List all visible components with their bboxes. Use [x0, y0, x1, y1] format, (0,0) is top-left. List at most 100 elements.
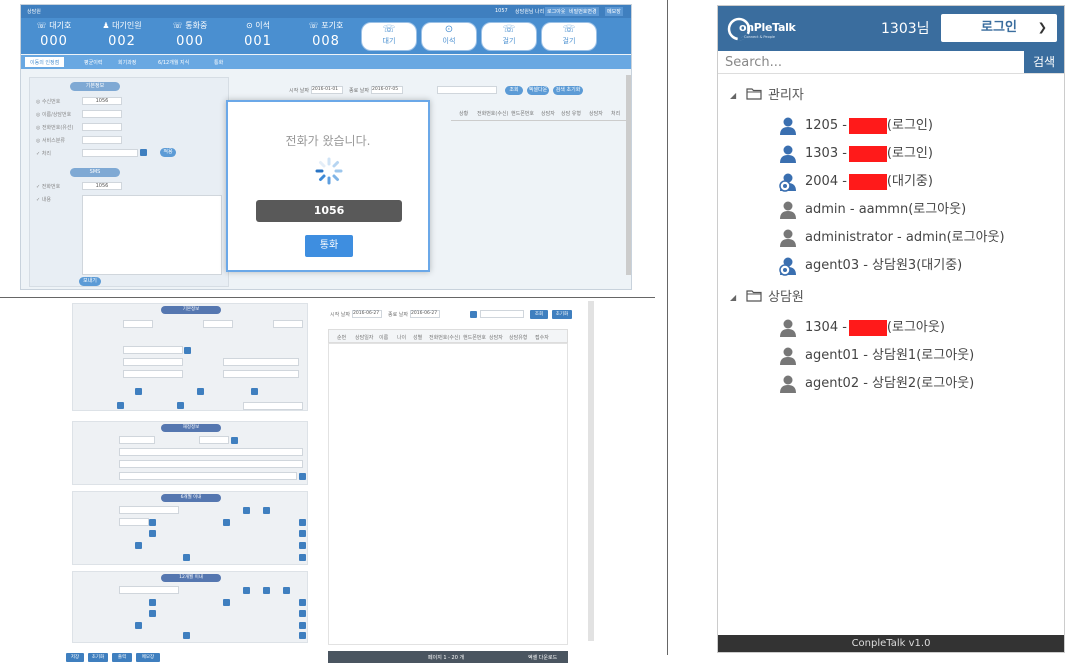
form-field[interactable] [199, 436, 229, 444]
form-field[interactable] [123, 358, 183, 366]
sms-phone-field[interactable]: 1056 [82, 182, 122, 190]
search-button[interactable]: 조회 [530, 310, 548, 319]
dropdown-icon[interactable] [299, 542, 306, 549]
dropdown-icon[interactable] [117, 402, 124, 409]
process-select[interactable] [82, 149, 138, 157]
login-status-dropdown[interactable]: 로그인 ❯ [941, 14, 1057, 42]
tab-months[interactable]: 6/12개월 지식 [153, 57, 194, 67]
sms-send-button[interactable]: 보내기 [79, 277, 101, 286]
form-field[interactable] [119, 436, 155, 444]
dropdown-icon[interactable] [149, 599, 156, 606]
dropdown-icon[interactable] [299, 622, 306, 629]
dropdown-icon[interactable] [283, 587, 290, 594]
form-field[interactable] [243, 402, 303, 410]
dropdown-icon[interactable] [135, 388, 142, 395]
dropdown-icon[interactable] [184, 347, 191, 354]
tree-user-node[interactable]: admin - aammn(로그아웃) [778, 198, 966, 220]
form-field[interactable] [273, 320, 303, 328]
dropdown-icon[interactable] [263, 507, 270, 514]
form-field[interactable] [119, 506, 179, 514]
form-field[interactable] [119, 472, 297, 480]
form-field[interactable] [119, 518, 149, 526]
dropdown-icon[interactable] [299, 519, 306, 526]
tree-group[interactable]: ◢ 관리자 [730, 84, 804, 104]
dropdown-icon[interactable] [299, 530, 306, 537]
tree-user-node[interactable]: administrator - admin(로그아웃) [778, 226, 1005, 248]
answer-call-button[interactable]: 통화 [305, 235, 353, 257]
form-field[interactable] [119, 448, 303, 456]
tree-user-node[interactable]: 1205 - (로그인) [778, 114, 933, 136]
search-button[interactable]: 조회 [505, 86, 523, 95]
tab-records[interactable]: 이동의 인정점 [25, 57, 65, 67]
dropdown-icon[interactable] [149, 610, 156, 617]
hangup-button[interactable]: ☏ 걸기 [481, 22, 537, 51]
end-date-input[interactable]: 2016-07-05 [371, 86, 403, 94]
tree-user-node[interactable]: agent03 - 상담원3(대기중) [778, 254, 962, 276]
form-field[interactable] [123, 320, 153, 328]
landline-field[interactable] [82, 123, 122, 131]
reset-search-button[interactable]: 초기화 [552, 310, 572, 319]
reset-form-button[interactable]: 초기화 [88, 653, 108, 662]
tab-call[interactable]: 통화 [209, 57, 228, 67]
sms-content-textarea[interactable] [82, 195, 222, 275]
form-field[interactable] [119, 460, 303, 468]
dropdown-icon[interactable] [299, 610, 306, 617]
dropdown-icon[interactable] [149, 519, 156, 526]
apply-button[interactable]: 적용 [160, 148, 176, 157]
keyword-input[interactable] [437, 86, 497, 94]
scrollbar[interactable] [588, 301, 594, 641]
dropdown-icon[interactable] [251, 388, 258, 395]
search-input[interactable] [718, 51, 1024, 73]
search-button[interactable]: 검색 [1024, 51, 1064, 73]
dropdown-icon[interactable] [149, 530, 156, 537]
excel-button[interactable]: 엑셀다운 [527, 86, 549, 95]
form-field[interactable] [123, 346, 183, 354]
tab-history[interactable]: 평균이력 [79, 57, 107, 67]
tree-user-node[interactable]: agent01 - 상담원1(로그아웃) [778, 344, 974, 366]
dropdown-icon[interactable] [223, 599, 230, 606]
excel-download-link[interactable]: 엑셀 다운로드 [528, 654, 557, 661]
dropdown-icon[interactable] [177, 402, 184, 409]
phone-field[interactable]: 1056 [82, 97, 122, 105]
form-field[interactable] [223, 370, 299, 378]
save-button[interactable]: 저장 [66, 653, 84, 662]
scrollbar[interactable] [626, 75, 631, 275]
tree-user-node[interactable]: 1304 - (로그아웃) [778, 316, 945, 338]
dropdown-icon[interactable] [197, 388, 204, 395]
form-field[interactable] [223, 358, 299, 366]
name-field[interactable] [82, 110, 122, 118]
tree-user-node[interactable]: 2004 - (대기중) [778, 170, 933, 192]
change-password-link[interactable]: 비밀번호변경 [567, 7, 599, 16]
memo-link[interactable]: 메모장 [605, 7, 623, 16]
memo-button[interactable]: 메모장 [136, 653, 160, 662]
tab-process[interactable]: 회기과정 [113, 57, 141, 67]
tree-group[interactable]: ◢ 상담원 [730, 286, 804, 306]
dropdown-icon[interactable] [243, 587, 250, 594]
form-field[interactable] [119, 586, 179, 594]
dropdown-icon[interactable] [470, 311, 477, 318]
dropdown-icon[interactable] [183, 554, 190, 561]
ready-button[interactable]: ☏ 대기 [361, 22, 417, 51]
logout-link[interactable]: 로그아웃 [545, 7, 568, 16]
dropdown-icon[interactable] [299, 554, 306, 561]
tree-user-node[interactable]: 1303 - (로그인) [778, 142, 933, 164]
dropdown-icon[interactable] [299, 632, 306, 639]
start-date-input[interactable]: 2016-01-01 [311, 86, 343, 94]
dropdown-icon[interactable] [183, 632, 190, 639]
print-button[interactable]: 출력 [112, 653, 132, 662]
start-date-input[interactable]: 2016-06-27 [352, 310, 382, 318]
dropdown-icon[interactable] [231, 437, 238, 444]
dial-button[interactable]: ☏ 걸기 [541, 22, 597, 51]
collapse-triangle-icon[interactable]: ◢ [730, 91, 742, 100]
dropdown-icon[interactable] [135, 622, 142, 629]
end-date-input[interactable]: 2016-06-27 [410, 310, 440, 318]
dropdown-icon[interactable] [135, 542, 142, 549]
dropdown-icon[interactable] [263, 587, 270, 594]
dropdown-icon[interactable] [243, 507, 250, 514]
away-button[interactable]: ⊙ 이석 [421, 22, 477, 51]
dropdown-icon[interactable] [299, 599, 306, 606]
tree-user-node[interactable]: agent02 - 상담원2(로그아웃) [778, 372, 974, 394]
collapse-triangle-icon[interactable]: ◢ [730, 293, 742, 302]
dropdown-icon[interactable] [223, 519, 230, 526]
reset-button[interactable]: 검색 초기화 [553, 86, 583, 95]
